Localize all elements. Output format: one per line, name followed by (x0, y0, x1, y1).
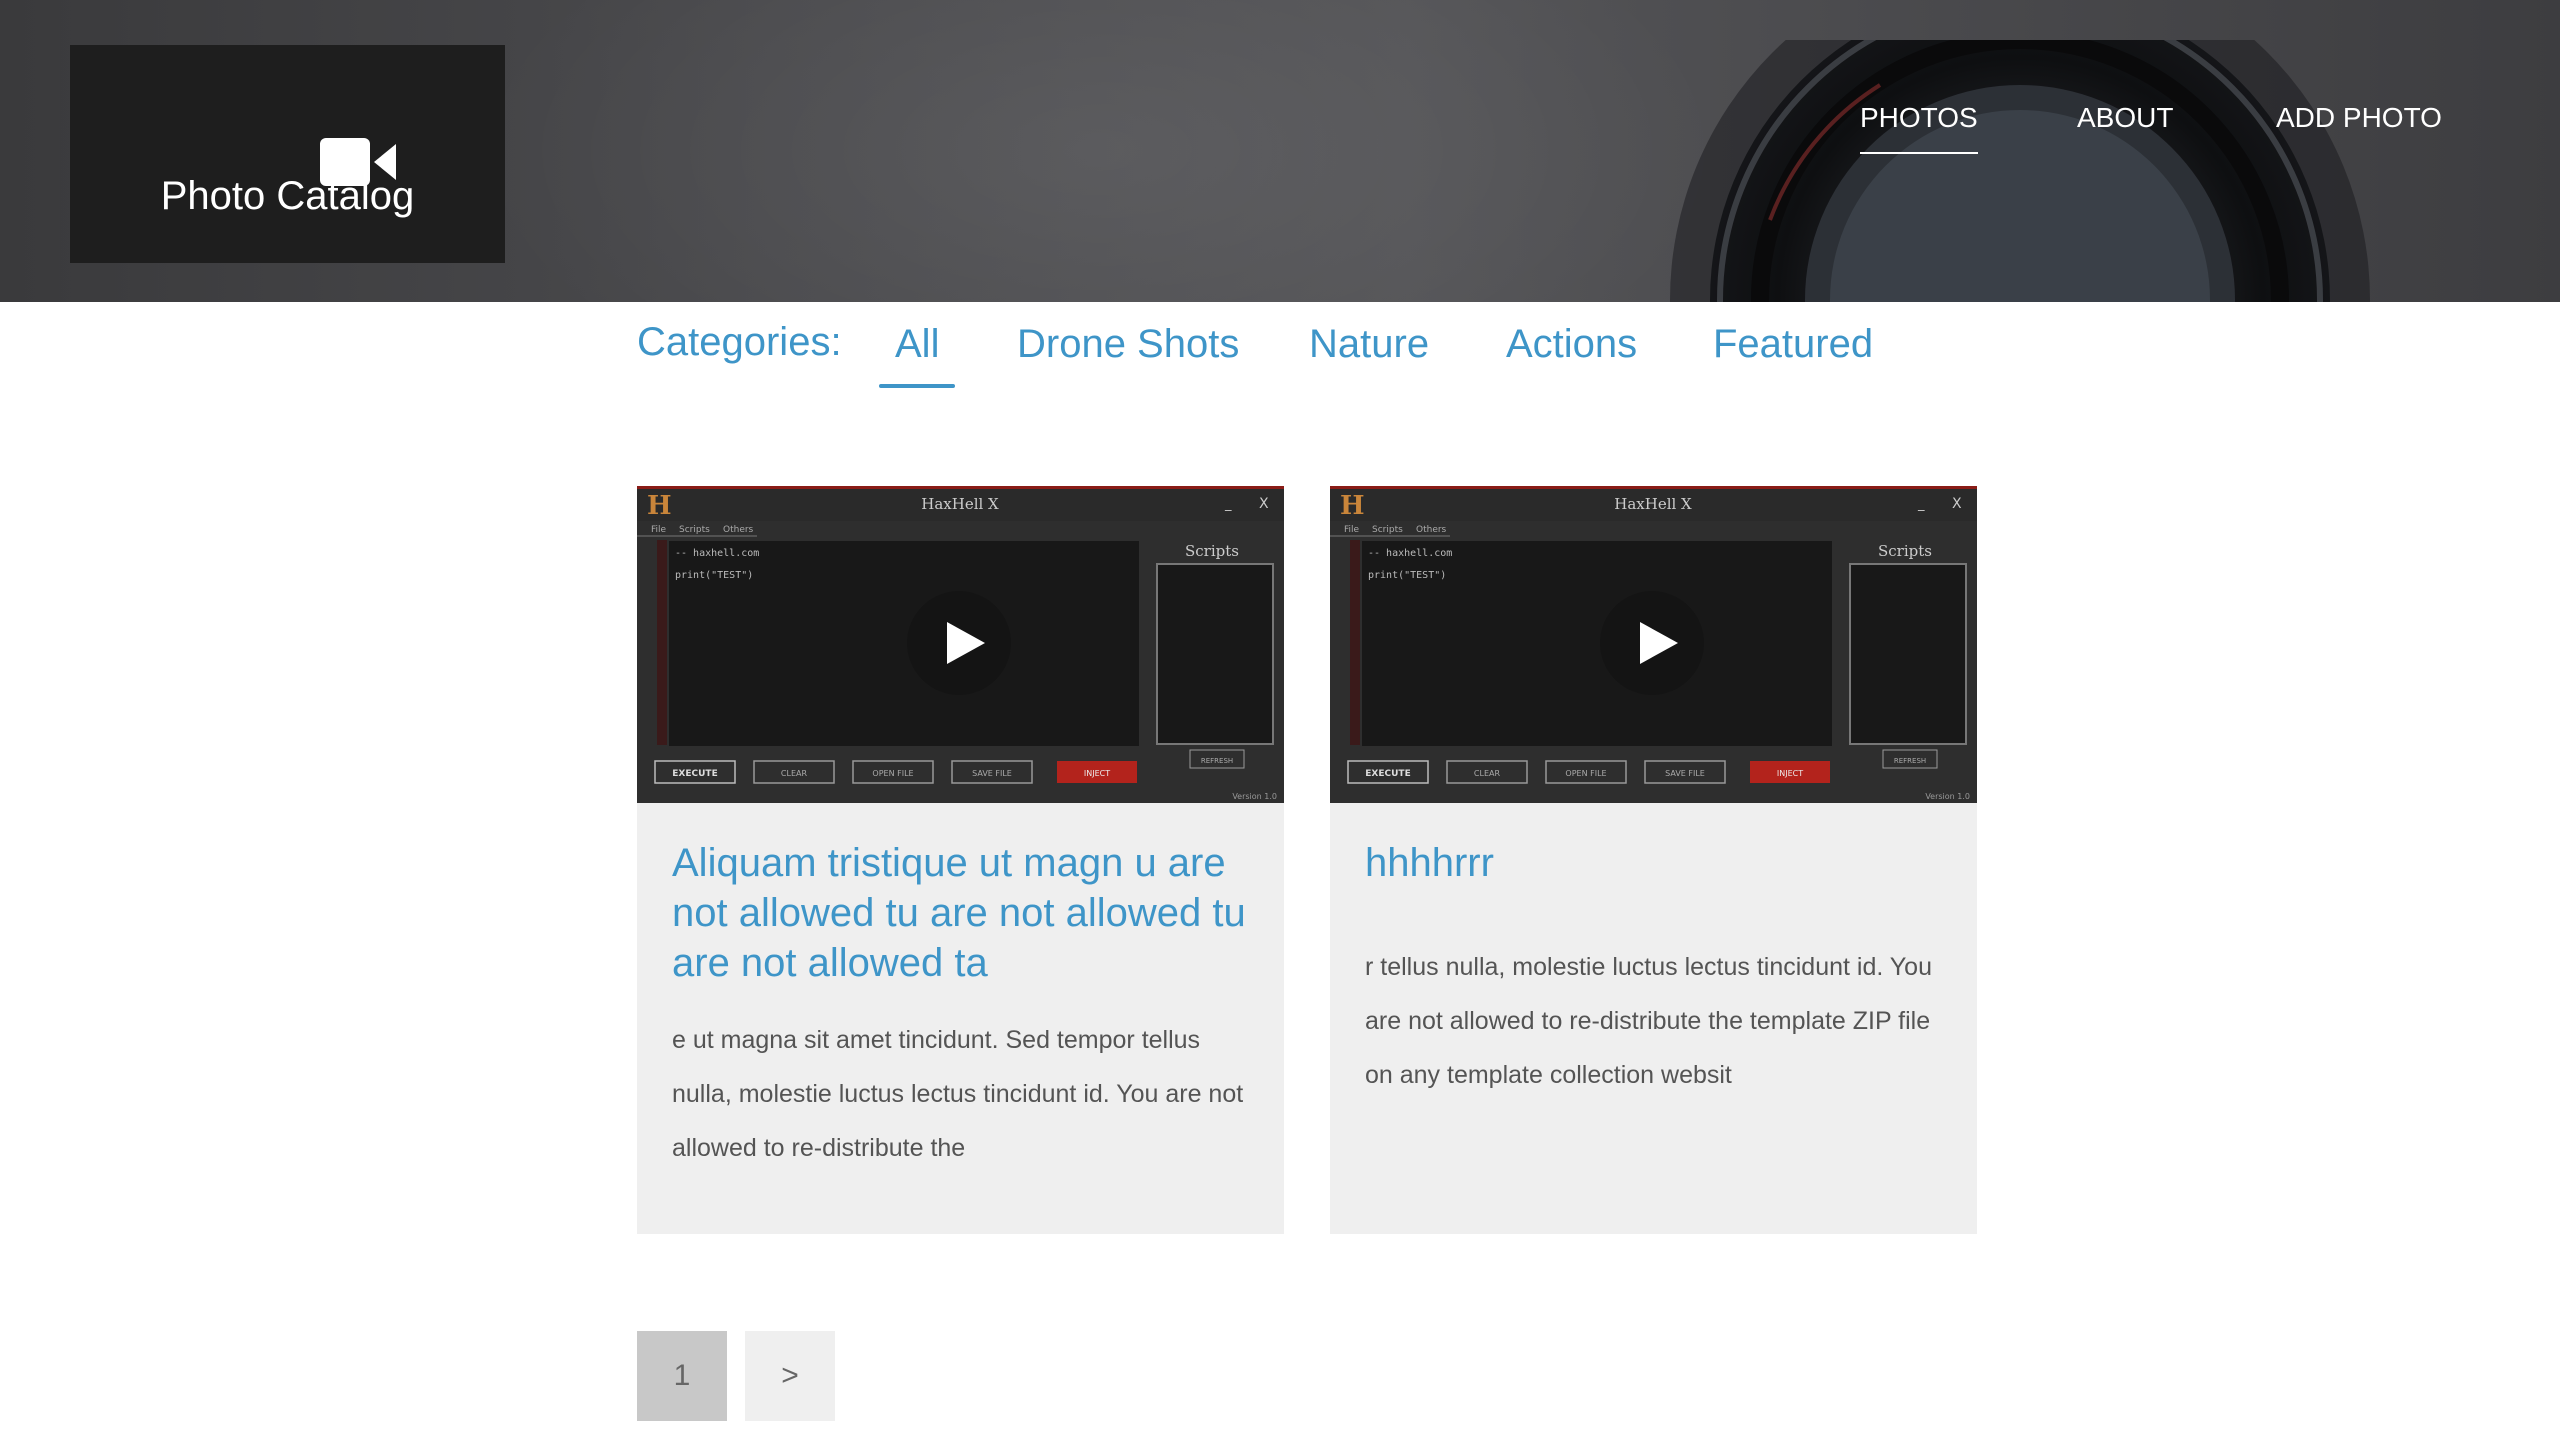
video-thumbnail[interactable]: H HaxHell X _ X File Scripts Others -- h… (1330, 486, 1977, 803)
thumbnail-window-title: HaxHell X (921, 495, 999, 513)
play-icon[interactable] (1600, 591, 1704, 695)
thumbnail-window-title: HaxHell X (1614, 495, 1692, 513)
video-thumbnail[interactable]: H HaxHell X _ X File Scripts Others -- h… (637, 486, 1284, 803)
photo-card[interactable]: H HaxHell X _ X File Scripts Others -- h… (637, 486, 1284, 1234)
svg-text:Version 1.0: Version 1.0 (1925, 792, 1970, 801)
svg-text:CLEAR: CLEAR (1474, 769, 1501, 778)
main-nav: PHOTOS ABOUT ADD PHOTO (0, 98, 2560, 158)
category-actions[interactable]: Actions (1506, 318, 1637, 370)
thumbnail-code-line2: print("TEST") (675, 570, 753, 581)
svg-text:OPEN FILE: OPEN FILE (872, 769, 913, 778)
svg-text:H: H (1340, 491, 1365, 521)
thumbnail-close: X (1259, 496, 1269, 512)
svg-text:SAVE FILE: SAVE FILE (972, 769, 1012, 778)
svg-text:INJECT: INJECT (1084, 769, 1110, 778)
thumbnail-menu-others: Others (1416, 525, 1447, 535)
category-featured[interactable]: Featured (1713, 318, 1873, 370)
thumbnail-code-line1: -- haxhell.com (675, 548, 759, 559)
svg-text:CLEAR: CLEAR (781, 769, 808, 778)
category-all[interactable]: All (878, 318, 957, 388)
thumbnail-scripts-panel-title: Scripts (1185, 542, 1239, 560)
thumbnail-scripts-panel-title: Scripts (1878, 542, 1932, 560)
svg-text:EXECUTE: EXECUTE (1365, 769, 1410, 779)
categories-label: Categories: (637, 320, 842, 364)
thumbnail-close: X (1952, 496, 1962, 512)
camera-lens-background (1670, 40, 2370, 302)
thumbnail-menu-others: Others (723, 525, 754, 535)
thumbnail-menu-scripts: Scripts (1372, 525, 1403, 535)
card-description: e ut magna sit amet tincidunt. Sed tempo… (672, 1026, 1244, 1162)
card-description: r tellus nulla, molestie luctus lectus t… (1365, 953, 1932, 1089)
svg-text:H: H (647, 491, 672, 521)
hero-header: Photo Catalog PHOTOS ABOUT ADD PHOTO (0, 0, 2560, 302)
thumbnail-menu-file: File (651, 525, 667, 535)
thumbnail-minimize: _ (1917, 497, 1925, 512)
thumbnail-code-line1: -- haxhell.com (1368, 548, 1452, 559)
pagination-page-1[interactable]: 1 (637, 1331, 727, 1421)
card-title[interactable]: Aliquam tristique ut magn u are not allo… (672, 838, 1257, 988)
category-drone-shots[interactable]: Drone Shots (1017, 318, 1239, 370)
photo-card[interactable]: H HaxHell X _ X File Scripts Others -- h… (1330, 486, 1977, 1234)
svg-text:OPEN FILE: OPEN FILE (1565, 769, 1606, 778)
nav-add-photo[interactable]: ADD PHOTO (2276, 98, 2442, 138)
thumbnail-code-line2: print("TEST") (1368, 570, 1446, 581)
svg-text:SAVE FILE: SAVE FILE (1665, 769, 1705, 778)
nav-photos[interactable]: PHOTOS (1860, 98, 1978, 154)
thumbnail-minimize: _ (1224, 497, 1232, 512)
pagination-next-button[interactable]: > (745, 1331, 835, 1421)
brand-title[interactable]: Photo Catalog (70, 172, 505, 220)
card-title[interactable]: hhhhrrr (1365, 838, 1950, 888)
svg-text:Version 1.0: Version 1.0 (1232, 792, 1277, 801)
svg-text:INJECT: INJECT (1777, 769, 1803, 778)
play-icon[interactable] (907, 591, 1011, 695)
category-nature[interactable]: Nature (1309, 318, 1429, 370)
svg-text:EXECUTE: EXECUTE (672, 769, 717, 779)
svg-text:REFRESH: REFRESH (1894, 757, 1926, 765)
thumbnail-menu-file: File (1344, 525, 1360, 535)
svg-text:REFRESH: REFRESH (1201, 757, 1233, 765)
thumbnail-menu-scripts: Scripts (679, 525, 710, 535)
nav-about[interactable]: ABOUT (2077, 98, 2173, 138)
